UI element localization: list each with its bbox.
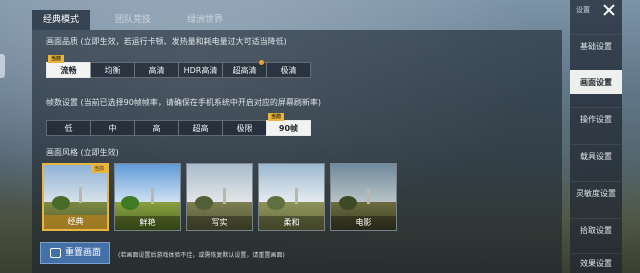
- fps-title: 帧数设置 (当前已选择90帧帧率，请确保在手机系统中开启对应的屏幕刷新率): [46, 98, 321, 107]
- tab-team-deathmatch[interactable]: 团队竞技: [104, 10, 162, 30]
- style-card-label: 鲜艳: [115, 216, 180, 230]
- fps-option-extreme[interactable]: 极限: [222, 120, 267, 136]
- fps-option-medium[interactable]: 中: [90, 120, 135, 136]
- tab-oasis-world[interactable]: 绿洲世界: [176, 10, 234, 30]
- close-icon[interactable]: [602, 3, 616, 17]
- new-dot-indicator: [259, 60, 264, 65]
- quality-option-smooth[interactable]: 当前 流畅: [46, 55, 91, 78]
- current-badge: 当前: [48, 55, 65, 63]
- style-card-realistic[interactable]: 写实: [186, 163, 253, 231]
- fps-option-90[interactable]: 当前 90帧: [266, 113, 311, 136]
- style-selector: 当前 经典 鲜艳 写实 柔和 电影: [42, 163, 402, 231]
- quality-option-balanced[interactable]: 均衡: [90, 62, 135, 78]
- quality-title: 画面品质 (立即生效，若运行卡顿、发热量和耗电量过大可适当降低): [46, 37, 287, 46]
- quality-option-label: 流畅: [60, 66, 77, 75]
- current-badge: 当前: [268, 113, 285, 121]
- quality-option-label: 极清: [280, 66, 297, 75]
- left-edge-handle[interactable]: [0, 54, 5, 78]
- style-card-label: 电影: [331, 216, 396, 230]
- quality-option-label: 超高清: [232, 66, 257, 75]
- quality-option-label: HDR高清: [183, 66, 218, 75]
- style-card-label: 经典: [44, 215, 107, 229]
- style-card-vivid[interactable]: 鲜艳: [114, 163, 181, 231]
- fps-option-high[interactable]: 高: [134, 120, 179, 136]
- fps-option-label: 中: [108, 124, 117, 133]
- fps-option-label: 低: [64, 124, 73, 133]
- sidebar-item-effects[interactable]: 效果设置: [570, 253, 622, 273]
- style-title: 画面风格 (立即生效): [46, 148, 119, 157]
- quality-selector: 当前 流畅 均衡 高清 HDR高清 超高清 极清: [46, 55, 311, 78]
- current-badge: 当前: [90, 165, 107, 173]
- fps-option-label: 极限: [236, 124, 253, 133]
- sidebar-item-sensitivity[interactable]: 灵敏度设置: [570, 181, 622, 205]
- fps-option-label: 超高: [192, 124, 209, 133]
- quality-option-hd[interactable]: 高清: [134, 62, 179, 78]
- quality-option-ultra-hd[interactable]: 超高清: [222, 60, 267, 78]
- sidebar-item-pickup[interactable]: 拾取设置: [570, 218, 622, 242]
- sidebar-item-vehicle[interactable]: 载具设置: [570, 144, 622, 168]
- mode-tabs: 经典模式 团队竞技 绿洲世界: [32, 10, 248, 30]
- style-card-label: 写实: [187, 216, 252, 230]
- sidebar-item-graphics[interactable]: 画面设置: [570, 70, 622, 94]
- style-card-soft[interactable]: 柔和: [258, 163, 325, 231]
- reset-button-label: 重置画面: [65, 248, 102, 258]
- fps-option-label: 高: [152, 124, 161, 133]
- style-card-classic[interactable]: 当前 经典: [42, 163, 109, 231]
- style-card-cinematic[interactable]: 电影: [330, 163, 397, 231]
- fps-option-label: 90帧: [278, 124, 299, 133]
- sidebar-header: 设置: [570, 0, 622, 22]
- tab-classic[interactable]: 经典模式: [32, 10, 90, 30]
- reset-icon: [50, 248, 61, 258]
- sidebar-header-label: 设置: [576, 6, 590, 14]
- quality-option-label: 均衡: [104, 66, 121, 75]
- fps-selector: 低 中 高 超高 极限 当前 90帧: [46, 113, 311, 136]
- quality-option-label: 高清: [148, 66, 165, 75]
- sidebar-item-basic[interactable]: 基础设置: [570, 34, 622, 58]
- sidebar-item-controls[interactable]: 操作设置: [570, 107, 622, 131]
- fps-option-low[interactable]: 低: [46, 120, 91, 136]
- reset-note: (若画面设置后游戏体验不佳，或需恢复默认设置，请重置画面): [118, 252, 285, 259]
- style-card-label: 柔和: [259, 216, 324, 230]
- quality-option-extreme[interactable]: 极清: [266, 62, 311, 78]
- quality-option-hdr[interactable]: HDR高清: [178, 62, 223, 78]
- reset-graphics-button[interactable]: 重置画面: [40, 242, 110, 264]
- fps-option-ultra[interactable]: 超高: [178, 120, 223, 136]
